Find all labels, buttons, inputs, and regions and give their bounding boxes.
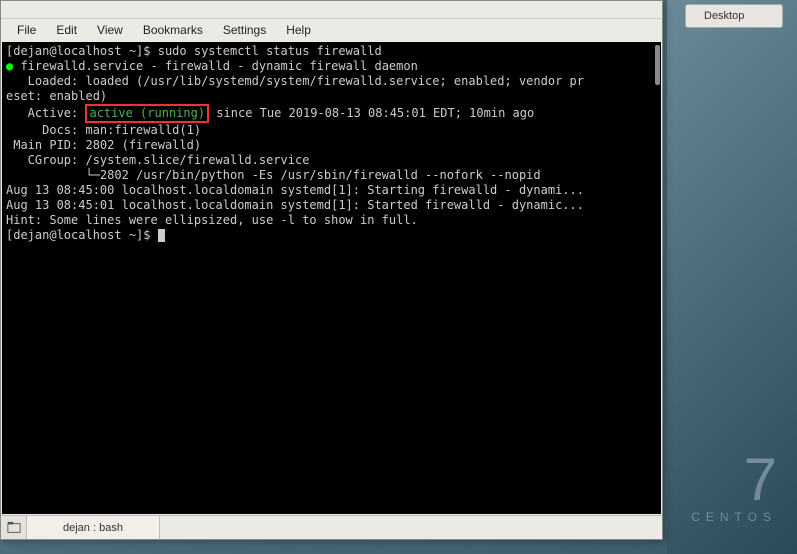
menu-bookmarks[interactable]: Bookmarks (133, 23, 213, 37)
terminal-line: eset: enabled) (6, 89, 657, 104)
desktop-folder-label: Desktop (704, 10, 744, 22)
terminal-line: Aug 13 08:45:01 localhost.localdomain sy… (6, 198, 657, 213)
terminal-line: Loaded: loaded (/usr/lib/systemd/system/… (6, 74, 657, 89)
menubar: File Edit View Bookmarks Settings Help (1, 19, 662, 41)
menu-help[interactable]: Help (276, 23, 321, 37)
terminal-line: └─2802 /usr/bin/python -Es /usr/sbin/fir… (6, 168, 657, 183)
terminal-line: CGroup: /system.slice/firewalld.service (6, 153, 657, 168)
menu-edit[interactable]: Edit (46, 23, 87, 37)
menu-file[interactable]: File (7, 23, 46, 37)
new-tab-button[interactable] (1, 516, 27, 539)
active-status-text: active (running) (89, 106, 205, 120)
new-tab-icon (7, 521, 21, 535)
centos-name: CENTOS (691, 510, 777, 524)
terminal-line: [dejan@localhost ~]$ sudo systemctl stat… (6, 44, 657, 59)
scrollbar[interactable] (655, 45, 660, 85)
menu-view[interactable]: View (87, 23, 133, 37)
centos-version: 7 (691, 450, 777, 510)
terminal-area[interactable]: [dejan@localhost ~]$ sudo systemctl stat… (2, 42, 661, 514)
terminal-line: Aug 13 08:45:00 localhost.localdomain sy… (6, 183, 657, 198)
terminal-line: Hint: Some lines were ellipsized, use -l… (6, 213, 657, 228)
cursor-icon (158, 229, 165, 242)
active-status-highlight: active (running) (85, 104, 209, 123)
centos-logo: 7 CENTOS (691, 450, 777, 524)
menu-settings[interactable]: Settings (213, 23, 276, 37)
terminal-line: Main PID: 2802 (firewalld) (6, 138, 657, 153)
terminal-line: ● firewalld.service - firewalld - dynami… (6, 59, 657, 74)
terminal-tab[interactable]: dejan : bash (27, 516, 160, 539)
desktop-folder-button[interactable]: Desktop (685, 4, 783, 28)
terminal-line: Active: active (running) since Tue 2019-… (6, 104, 657, 123)
tabbar: dejan : bash (1, 515, 662, 539)
tab-label: dejan : bash (63, 522, 123, 534)
terminal-line: Docs: man:firewalld(1) (6, 123, 657, 138)
window-titlebar[interactable] (1, 1, 662, 19)
terminal-window: File Edit View Bookmarks Settings Help [… (0, 0, 663, 540)
terminal-line: [dejan@localhost ~]$ (6, 228, 657, 243)
